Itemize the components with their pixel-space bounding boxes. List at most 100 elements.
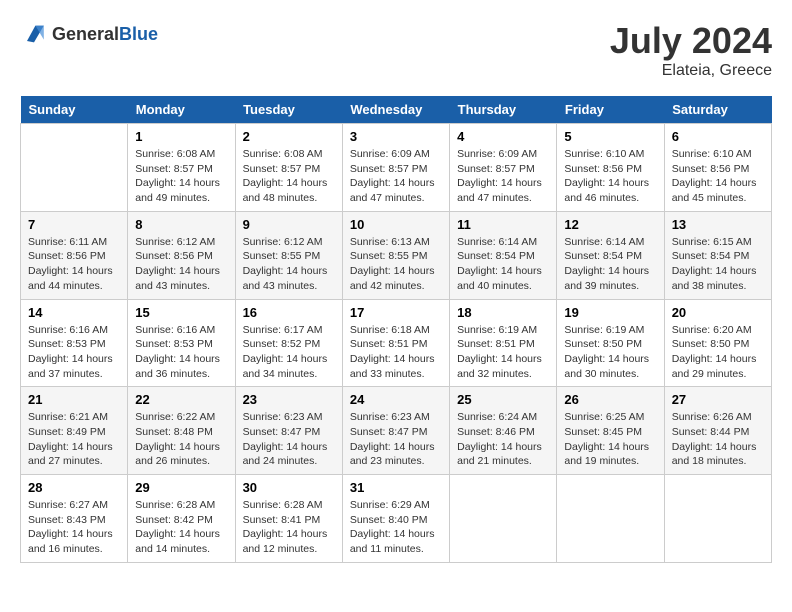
- day-number: 21: [28, 392, 120, 407]
- day-info: Sunrise: 6:29 AM Sunset: 8:40 PM Dayligh…: [350, 498, 442, 557]
- day-number: 11: [457, 217, 549, 232]
- day-number: 9: [243, 217, 335, 232]
- calendar-cell: [557, 475, 664, 563]
- col-sunday: Sunday: [21, 96, 128, 124]
- day-number: 6: [672, 129, 764, 144]
- col-thursday: Thursday: [450, 96, 557, 124]
- day-number: 12: [564, 217, 656, 232]
- day-number: 19: [564, 305, 656, 320]
- month-year-title: July 2024: [610, 20, 772, 62]
- day-number: 2: [243, 129, 335, 144]
- calendar-cell: 28Sunrise: 6:27 AM Sunset: 8:43 PM Dayli…: [21, 475, 128, 563]
- calendar-week-row: 28Sunrise: 6:27 AM Sunset: 8:43 PM Dayli…: [21, 475, 772, 563]
- day-info: Sunrise: 6:08 AM Sunset: 8:57 PM Dayligh…: [135, 147, 227, 206]
- logo-general-text: General: [52, 24, 119, 44]
- day-number: 18: [457, 305, 549, 320]
- day-info: Sunrise: 6:15 AM Sunset: 8:54 PM Dayligh…: [672, 235, 764, 294]
- calendar-cell: 9Sunrise: 6:12 AM Sunset: 8:55 PM Daylig…: [235, 211, 342, 299]
- day-number: 13: [672, 217, 764, 232]
- calendar-table: Sunday Monday Tuesday Wednesday Thursday…: [20, 96, 772, 563]
- day-info: Sunrise: 6:26 AM Sunset: 8:44 PM Dayligh…: [672, 410, 764, 469]
- day-info: Sunrise: 6:19 AM Sunset: 8:51 PM Dayligh…: [457, 323, 549, 382]
- day-info: Sunrise: 6:14 AM Sunset: 8:54 PM Dayligh…: [457, 235, 549, 294]
- day-number: 8: [135, 217, 227, 232]
- calendar-week-row: 14 Sunrise: 6:16 AM Sunset: 8:53 PM Dayli…: [21, 299, 772, 387]
- day-info: Sunrise: 6:19 AM Sunset: 8:50 PM Dayligh…: [564, 323, 656, 382]
- day-info: Sunrise: 6:10 AM Sunset: 8:56 PM Dayligh…: [672, 147, 764, 206]
- calendar-week-row: 1 Sunrise: 6:08 AM Sunset: 8:57 PM Daylig…: [21, 124, 772, 212]
- calendar-cell: 14 Sunrise: 6:16 AM Sunset: 8:53 PM Dayli…: [21, 299, 128, 387]
- day-number: 15: [135, 305, 227, 320]
- day-number: 27: [672, 392, 764, 407]
- location-subtitle: Elateia, Greece: [610, 62, 772, 80]
- calendar-cell: 23 Sunrise: 6:23 AM Sunset: 8:47 PM Dayli…: [235, 387, 342, 475]
- col-saturday: Saturday: [664, 96, 771, 124]
- day-info: Sunrise: 6:12 AM Sunset: 8:56 PM Dayligh…: [135, 235, 227, 294]
- calendar-cell: [664, 475, 771, 563]
- day-number: 24: [350, 392, 442, 407]
- calendar-cell: 1 Sunrise: 6:08 AM Sunset: 8:57 PM Daylig…: [128, 124, 235, 212]
- calendar-header-row: Sunday Monday Tuesday Wednesday Thursday…: [21, 96, 772, 124]
- day-number: 31: [350, 480, 442, 495]
- calendar-cell: 2Sunrise: 6:08 AM Sunset: 8:57 PM Daylig…: [235, 124, 342, 212]
- day-number: 25: [457, 392, 549, 407]
- calendar-cell: 7 Sunrise: 6:11 AM Sunset: 8:56 PM Daylig…: [21, 211, 128, 299]
- day-number: 28: [28, 480, 120, 495]
- calendar-cell: 6 Sunrise: 6:10 AM Sunset: 8:56 PM Daylig…: [664, 124, 771, 212]
- day-number: 5: [564, 129, 656, 144]
- day-info: Sunrise: 6:13 AM Sunset: 8:55 PM Dayligh…: [350, 235, 442, 294]
- calendar-cell: 26 Sunrise: 6:25 AM Sunset: 8:45 PM Dayli…: [557, 387, 664, 475]
- day-info: Sunrise: 6:14 AM Sunset: 8:54 PM Dayligh…: [564, 235, 656, 294]
- calendar-cell: 24 Sunrise: 6:23 AM Sunset: 8:47 PM Dayli…: [342, 387, 449, 475]
- day-info: Sunrise: 6:24 AM Sunset: 8:46 PM Dayligh…: [457, 410, 549, 469]
- day-number: 7: [28, 217, 120, 232]
- day-number: 22: [135, 392, 227, 407]
- day-number: 16: [243, 305, 335, 320]
- logo-blue-text: Blue: [119, 24, 158, 44]
- day-number: 10: [350, 217, 442, 232]
- day-info: Sunrise: 6:22 AM Sunset: 8:48 PM Dayligh…: [135, 410, 227, 469]
- day-info: Sunrise: 6:28 AM Sunset: 8:42 PM Dayligh…: [135, 498, 227, 557]
- calendar-cell: 29 Sunrise: 6:28 AM Sunset: 8:42 PM Dayli…: [128, 475, 235, 563]
- calendar-cell: 19 Sunrise: 6:19 AM Sunset: 8:50 PM Dayli…: [557, 299, 664, 387]
- calendar-cell: 11 Sunrise: 6:14 AM Sunset: 8:54 PM Dayli…: [450, 211, 557, 299]
- calendar-week-row: 21 Sunrise: 6:21 AM Sunset: 8:49 PM Dayli…: [21, 387, 772, 475]
- calendar-cell: 3Sunrise: 6:09 AM Sunset: 8:57 PM Daylig…: [342, 124, 449, 212]
- calendar-cell: 30 Sunrise: 6:28 AM Sunset: 8:41 PM Dayli…: [235, 475, 342, 563]
- logo: GeneralBlue: [20, 20, 158, 48]
- day-number: 23: [243, 392, 335, 407]
- day-info: Sunrise: 6:25 AM Sunset: 8:45 PM Dayligh…: [564, 410, 656, 469]
- day-info: Sunrise: 6:10 AM Sunset: 8:56 PM Dayligh…: [564, 147, 656, 206]
- day-number: 1: [135, 129, 227, 144]
- day-number: 3: [350, 129, 442, 144]
- day-info: Sunrise: 6:16 AM Sunset: 8:53 PM Dayligh…: [28, 323, 120, 382]
- col-wednesday: Wednesday: [342, 96, 449, 124]
- day-info: Sunrise: 6:23 AM Sunset: 8:47 PM Dayligh…: [350, 410, 442, 469]
- col-friday: Friday: [557, 96, 664, 124]
- day-number: 4: [457, 129, 549, 144]
- day-number: 29: [135, 480, 227, 495]
- day-number: 26: [564, 392, 656, 407]
- day-number: 20: [672, 305, 764, 320]
- day-info: Sunrise: 6:11 AM Sunset: 8:56 PM Dayligh…: [28, 235, 120, 294]
- calendar-cell: 15Sunrise: 6:16 AM Sunset: 8:53 PM Dayli…: [128, 299, 235, 387]
- day-number: 17: [350, 305, 442, 320]
- calendar-cell: 8 Sunrise: 6:12 AM Sunset: 8:56 PM Daylig…: [128, 211, 235, 299]
- day-info: Sunrise: 6:21 AM Sunset: 8:49 PM Dayligh…: [28, 410, 120, 469]
- day-number: 14: [28, 305, 120, 320]
- day-info: Sunrise: 6:23 AM Sunset: 8:47 PM Dayligh…: [243, 410, 335, 469]
- calendar-cell: 25 Sunrise: 6:24 AM Sunset: 8:46 PM Dayli…: [450, 387, 557, 475]
- day-info: Sunrise: 6:28 AM Sunset: 8:41 PM Dayligh…: [243, 498, 335, 557]
- day-info: Sunrise: 6:17 AM Sunset: 8:52 PM Dayligh…: [243, 323, 335, 382]
- calendar-cell: 16 Sunrise: 6:17 AM Sunset: 8:52 PM Dayli…: [235, 299, 342, 387]
- calendar-cell: 31 Sunrise: 6:29 AM Sunset: 8:40 PM Dayli…: [342, 475, 449, 563]
- col-monday: Monday: [128, 96, 235, 124]
- day-number: 30: [243, 480, 335, 495]
- calendar-cell: 21 Sunrise: 6:21 AM Sunset: 8:49 PM Dayli…: [21, 387, 128, 475]
- day-info: Sunrise: 6:18 AM Sunset: 8:51 PM Dayligh…: [350, 323, 442, 382]
- day-info: Sunrise: 6:09 AM Sunset: 8:57 PM Dayligh…: [457, 147, 549, 206]
- title-area: July 2024 Elateia, Greece: [610, 20, 772, 80]
- calendar-cell: 5 Sunrise: 6:10 AM Sunset: 8:56 PM Daylig…: [557, 124, 664, 212]
- col-tuesday: Tuesday: [235, 96, 342, 124]
- calendar-cell: 13 Sunrise: 6:15 AM Sunset: 8:54 PM Dayli…: [664, 211, 771, 299]
